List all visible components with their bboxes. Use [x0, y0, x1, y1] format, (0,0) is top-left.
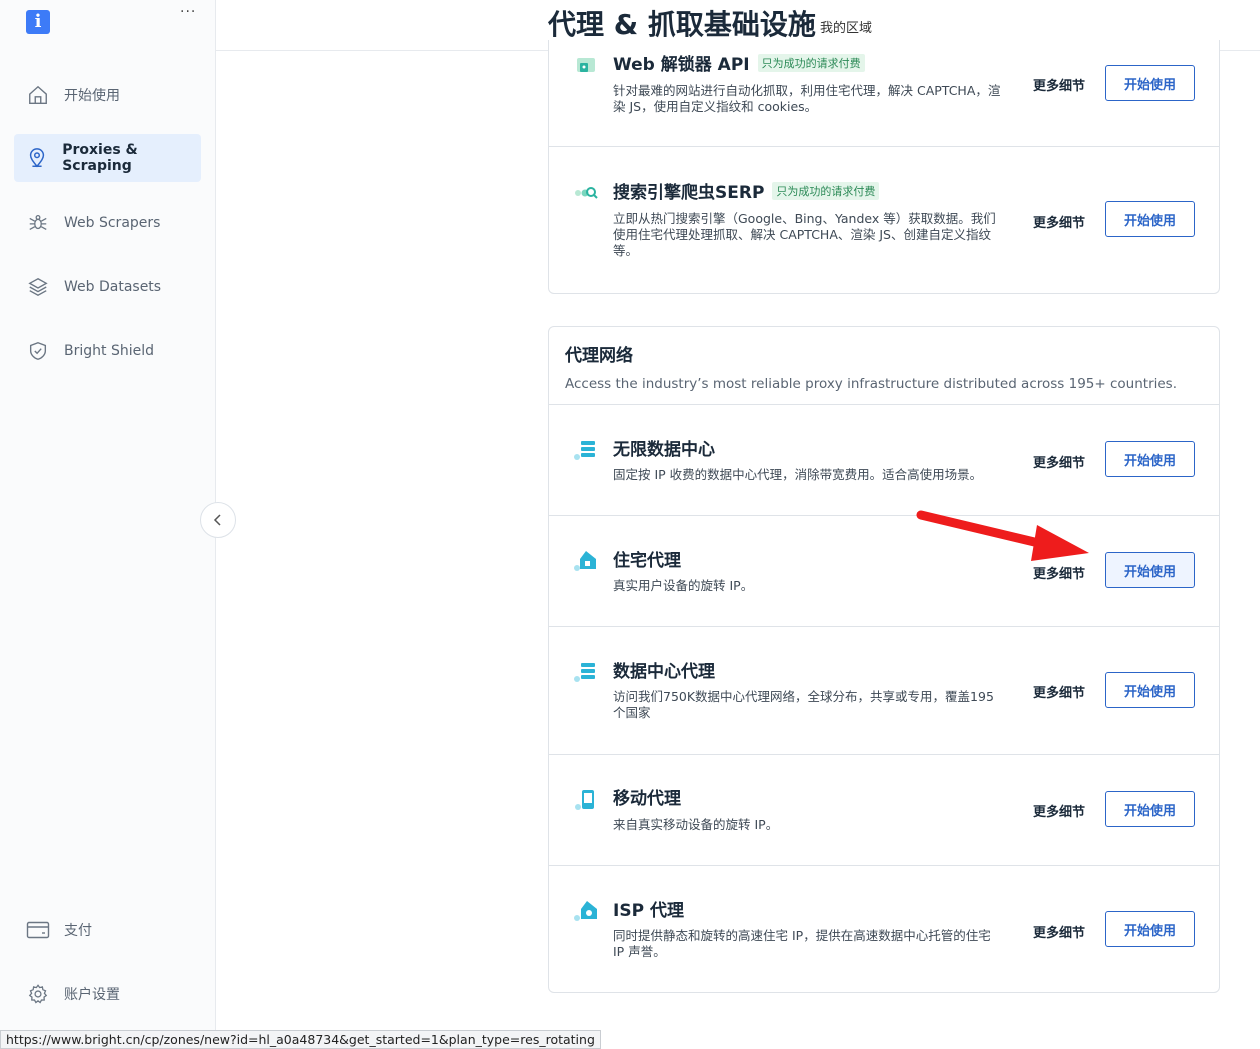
get-started-button[interactable]: 开始使用	[1105, 201, 1195, 237]
search-engine-icon	[573, 180, 599, 206]
sidebar: i ··· 开始使用 Proxies & Scraping Web Scrape…	[0, 0, 216, 1049]
sidebar-item-web-datasets[interactable]: Web Datasets	[14, 263, 201, 311]
more-details-link[interactable]: 更多细节	[1033, 75, 1085, 94]
location-pin-icon	[26, 146, 48, 170]
server-icon	[573, 437, 599, 463]
proxy-network-card: 代理网络 Access the industry’s most reliable…	[548, 326, 1220, 993]
card-header: 代理网络 Access the industry’s most reliable…	[549, 327, 1219, 405]
sidebar-item-label: 支付	[64, 923, 92, 939]
product-row-residential: 住宅代理 真实用户设备的旋转 IP。 更多细节 开始使用	[549, 516, 1219, 627]
server-icon	[573, 659, 599, 685]
product-title: 无限数据中心	[613, 440, 715, 460]
product-row-isp: ISP 代理 同时提供静态和旋转的高速住宅 IP，提供在高速数据中心托管的住宅 …	[549, 866, 1219, 992]
product-description: 来自真实移动设备的旋转 IP。	[613, 817, 779, 832]
home-icon	[26, 83, 50, 107]
product-row-mobile: 移动代理 来自真实移动设备的旋转 IP。 更多细节 开始使用	[549, 755, 1219, 866]
get-started-button[interactable]: 开始使用	[1105, 552, 1195, 588]
product-description: 针对最难的网站进行自动化抓取，利用住宅代理，解决 CAPTCHA，渲染 JS，使…	[613, 83, 1001, 114]
section-title: 代理网络	[565, 346, 633, 366]
product-title: Web 解锁器 API 只为成功的请求付费	[613, 50, 865, 75]
sidebar-item-label: 账户设置	[64, 987, 120, 1003]
product-row-serp: 搜索引擎爬虫SERP 只为成功的请求付费 立即从热门搜索引擎（Google、Bin…	[549, 147, 1219, 293]
more-details-link[interactable]: 更多细节	[1033, 801, 1085, 820]
spider-icon	[26, 211, 50, 235]
collapse-sidebar-button[interactable]	[200, 502, 236, 538]
get-started-button[interactable]: 开始使用	[1105, 672, 1195, 708]
scraping-products-card: Web 解锁器 API 只为成功的请求付费 针对最难的网站进行自动化抓取，利用住宅…	[548, 40, 1220, 294]
product-description: 同时提供静态和旋转的高速住宅 IP，提供在高速数据中心托管的住宅 IP 声誉。	[613, 928, 991, 959]
sidebar-item-label: Web Datasets	[64, 279, 162, 295]
product-description: 真实用户设备的旋转 IP。	[613, 578, 754, 593]
gear-icon	[26, 982, 50, 1006]
get-started-button[interactable]: 开始使用	[1105, 65, 1195, 101]
product-title: 移动代理	[613, 789, 681, 809]
credit-card-icon	[26, 918, 50, 942]
isp-house-icon	[573, 898, 599, 924]
more-options-icon[interactable]: ···	[180, 4, 196, 20]
sidebar-item-get-started[interactable]: 开始使用	[14, 71, 201, 119]
more-details-link[interactable]: 更多细节	[1033, 212, 1085, 231]
product-description: 固定按 IP 收费的数据中心代理，消除带宽费用。适合高使用场景。	[613, 467, 983, 482]
section-subtitle: Access the industry’s most reliable prox…	[565, 376, 1178, 392]
sidebar-item-web-scrapers[interactable]: Web Scrapers	[14, 199, 201, 247]
unlocker-icon	[573, 52, 599, 78]
my-zones-link[interactable]: 我的区域	[820, 17, 872, 36]
product-row-web-unlocker: Web 解锁器 API 只为成功的请求付费 针对最难的网站进行自动化抓取，利用住宅…	[549, 40, 1219, 147]
more-details-link[interactable]: 更多细节	[1033, 922, 1085, 941]
get-started-button[interactable]: 开始使用	[1105, 441, 1195, 477]
more-details-link[interactable]: 更多细节	[1033, 563, 1085, 582]
annotation-arrow-icon	[916, 510, 1089, 561]
product-title: 搜索引擎爬虫SERP 只为成功的请求付费	[613, 178, 880, 203]
pay-per-success-badge: 只为成功的请求付费	[772, 182, 880, 200]
house-icon	[573, 548, 599, 574]
page-title: 代理 & 抓取基础设施	[548, 8, 816, 41]
sidebar-item-label: 开始使用	[64, 88, 120, 104]
product-title: 数据中心代理	[613, 662, 715, 682]
product-title: ISP 代理	[613, 901, 684, 921]
more-details-link[interactable]: 更多细节	[1033, 682, 1085, 701]
product-row-datacenter: 数据中心代理 访问我们750K数据中心代理网络，全球分布，共享或专用，覆盖195…	[549, 627, 1219, 755]
sidebar-item-label: Proxies & Scraping	[62, 142, 138, 174]
pay-per-success-badge: 只为成功的请求付费	[757, 54, 865, 72]
more-details-link[interactable]: 更多细节	[1033, 452, 1085, 471]
layers-icon	[26, 275, 50, 299]
product-description: 立即从热门搜索引擎（Google、Bing、Yandex 等）获取数据。我们使用…	[613, 211, 996, 258]
mobile-icon	[573, 787, 599, 813]
status-bar-url: https://www.bright.cn/cp/zones/new?id=hl…	[0, 1030, 601, 1049]
sidebar-item-proxies-scraping[interactable]: Proxies & Scraping	[14, 134, 201, 182]
get-started-button[interactable]: 开始使用	[1105, 791, 1195, 827]
sidebar-item-account-settings[interactable]: 账户设置	[14, 970, 201, 1018]
sidebar-item-label: Bright Shield	[64, 343, 154, 359]
sidebar-item-billing[interactable]: 支付	[14, 906, 201, 954]
sidebar-item-bright-shield[interactable]: Bright Shield	[14, 327, 201, 375]
product-row-unlimited-datacenter: 无限数据中心 固定按 IP 收费的数据中心代理，消除带宽费用。适合高使用场景。 …	[549, 405, 1219, 516]
chevron-left-icon	[213, 514, 221, 526]
product-title: 住宅代理	[613, 551, 681, 571]
app-logo[interactable]: i	[26, 10, 50, 34]
get-started-button[interactable]: 开始使用	[1105, 911, 1195, 947]
product-description: 访问我们750K数据中心代理网络，全球分布，共享或专用，覆盖195个国家	[613, 689, 994, 720]
sidebar-item-label: Web Scrapers	[64, 215, 161, 231]
shield-icon	[26, 339, 50, 363]
